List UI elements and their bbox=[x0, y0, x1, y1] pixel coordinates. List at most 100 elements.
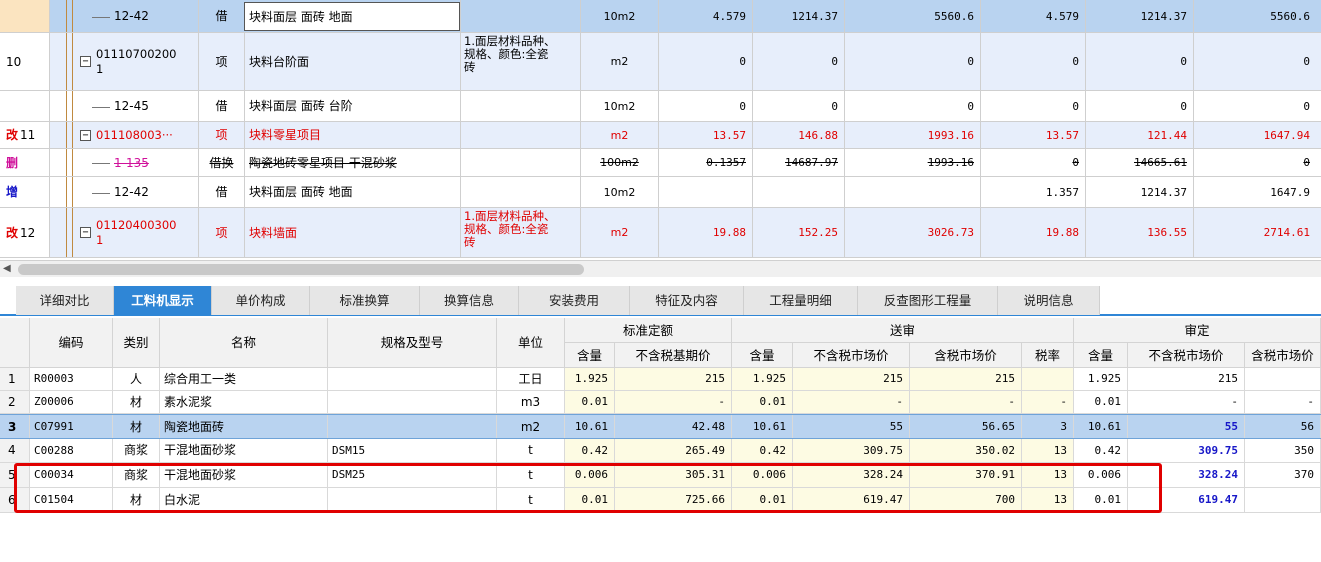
item-total: 3026.73 bbox=[844, 208, 980, 257]
cell-q2: 0.42 bbox=[732, 439, 793, 462]
item-type: 项 bbox=[198, 33, 244, 90]
tab-5[interactable]: 安装费用 bbox=[519, 286, 630, 315]
item-total2: 1647.94 bbox=[1193, 122, 1316, 148]
row-index bbox=[0, 91, 50, 121]
tab-3[interactable]: 标准换算 bbox=[310, 286, 420, 315]
item-price2: 14665.61 bbox=[1085, 149, 1193, 176]
cell-n: 4 bbox=[0, 439, 30, 462]
item-unit: m2 bbox=[580, 122, 658, 148]
cell-n: 5 bbox=[0, 463, 30, 487]
spec-line: 砖 bbox=[464, 235, 476, 249]
item-spec bbox=[460, 149, 580, 176]
item-name: 块料台阶面 bbox=[244, 33, 460, 90]
tab-7[interactable]: 工程量明细 bbox=[744, 286, 858, 315]
tree-row[interactable]: 改 11−011108003··· 项块料零星项目 m2 13.57 146.88 1993… bbox=[0, 122, 1321, 149]
tab-1[interactable]: 工料机显示 bbox=[114, 286, 212, 315]
tree-row[interactable]: 10 −01110700200 1 项块料台阶面 1.面层材料品种、 规格、颜色:全瓷砖 m… bbox=[0, 33, 1321, 91]
header-std-base-price: 不含税基期价 bbox=[615, 343, 732, 368]
cell-code: C00034 bbox=[30, 463, 113, 487]
item-name: 块料墙面 bbox=[244, 208, 460, 257]
header-name: 名称 bbox=[160, 318, 328, 368]
header-std-qty: 含量 bbox=[565, 343, 615, 368]
cell-p1: 305.31 bbox=[615, 463, 732, 487]
item-total bbox=[844, 177, 980, 207]
item-name: 块料面层 面砖 台阶 bbox=[244, 91, 460, 121]
collapse-icon[interactable]: − bbox=[80, 130, 91, 141]
cell-cat: 商浆 bbox=[113, 439, 160, 462]
item-total2: 5560.6 bbox=[1193, 0, 1316, 32]
item-qty2: 0 bbox=[980, 91, 1085, 121]
quota-code: 12-45 bbox=[114, 99, 149, 113]
tab-0[interactable]: 详细对比 bbox=[16, 286, 114, 315]
resource-row[interactable]: 3 C07991 材陶瓷地面砖 m2 10.61 42.48 10.61 55 56.65 3 10… bbox=[0, 414, 1321, 439]
cell-ex2: 215 bbox=[793, 368, 910, 390]
tree-row[interactable]: 改 12 −01120400300 1 项块料墙面 1.面层材料品种、 规格、颜色:全瓷砖 m… bbox=[0, 208, 1321, 258]
row-index: 增 bbox=[0, 177, 50, 207]
item-total2: 0 bbox=[1193, 91, 1316, 121]
item-spec bbox=[460, 91, 580, 121]
quota-code: 12-42 bbox=[114, 9, 149, 23]
cell-cat: 材 bbox=[113, 415, 160, 438]
cell-code: C00288 bbox=[30, 439, 113, 462]
header-aud-inc-tax: 含税市场价 bbox=[1245, 343, 1321, 368]
change-mark: 改 bbox=[6, 226, 19, 240]
cell-q1: 10.61 bbox=[565, 415, 615, 438]
item-spec bbox=[460, 177, 580, 207]
tab-8[interactable]: 反查图形工程量 bbox=[858, 286, 998, 315]
tree-branch bbox=[92, 163, 110, 164]
item-type: 项 bbox=[198, 208, 244, 257]
cell-code: C01504 bbox=[30, 488, 113, 512]
scroll-left-arrow-icon[interactable]: ◀ bbox=[3, 263, 11, 274]
resource-row[interactable]: 1 R00003 人综合用工一类 工日 1.925 215 1.925 215 215 1.925… bbox=[0, 368, 1321, 391]
collapse-icon[interactable]: − bbox=[80, 56, 91, 67]
tree-row[interactable]: 删 1-135 借换 陶瓷地砖零星项目 干混砂浆 100m2 0.1357 14687.97… bbox=[0, 149, 1321, 177]
header-sub-qty: 含量 bbox=[732, 343, 793, 368]
tree-row[interactable]: 增 12-42 借块料面层 面砖 地面 10m2 1.357 1214.37 1647.9 bbox=[0, 177, 1321, 208]
cell-inc3: 370 bbox=[1245, 463, 1321, 487]
horizontal-scrollbar[interactable]: ◀ bbox=[0, 260, 1321, 277]
item-type: 项 bbox=[198, 122, 244, 148]
item-unit: m2 bbox=[580, 208, 658, 257]
item-total: 0 bbox=[844, 33, 980, 90]
cell-inc3: - bbox=[1245, 391, 1321, 413]
tab-2[interactable]: 单价构成 bbox=[212, 286, 310, 315]
cell-cat: 材 bbox=[113, 488, 160, 512]
item-price2: 136.55 bbox=[1085, 208, 1193, 257]
cell-name: 白水泥 bbox=[160, 488, 328, 512]
cell-q2: 0.01 bbox=[732, 391, 793, 413]
item-type: 借 bbox=[198, 91, 244, 121]
tree-row[interactable]: 12-42 借块料面层 面砖 地面 10m2 4.579 1214.37 5560.6 4.… bbox=[0, 0, 1321, 33]
resource-row[interactable]: 6 C01504 材白水泥 t 0.01 725.66 0.01 619.47 700 13 0.0… bbox=[0, 488, 1321, 513]
tree-branch bbox=[92, 193, 110, 194]
cell-ex3: 309.75 bbox=[1128, 439, 1245, 462]
item-qty2: 0 bbox=[980, 33, 1085, 90]
item-total2: 0 bbox=[1193, 33, 1316, 90]
header-standard-quota: 标准定额 bbox=[565, 318, 732, 343]
item-qty2: 1.357 bbox=[980, 177, 1085, 207]
item-price: 1214.37 bbox=[752, 0, 844, 32]
tree-line bbox=[66, 0, 67, 32]
item-name[interactable]: 块料面层 面砖 地面 bbox=[244, 2, 460, 31]
resource-row[interactable]: 4 C00288 商浆 干混地面砂浆 DSM15 t 0.42 265.49 0.42 309.7… bbox=[0, 439, 1321, 463]
cell-unit: 工日 bbox=[497, 368, 565, 390]
cell-q3: 10.61 bbox=[1074, 415, 1128, 438]
tab-6[interactable]: 特征及内容 bbox=[630, 286, 744, 315]
tree-row[interactable]: 12-45 借块料面层 面砖 台阶 10m2 0 0 0 0 0 0 bbox=[0, 91, 1321, 122]
item-qty2: 4.579 bbox=[980, 0, 1085, 32]
row-index: 改 11 bbox=[0, 122, 50, 148]
spec-line: 规格、颜色:全瓷 bbox=[464, 47, 549, 61]
scrollbar-thumb[interactable] bbox=[18, 264, 584, 275]
resource-row[interactable]: 5 C00034 商浆 干混地面砂浆 DSM25 t 0.006 305.31 0.006 328… bbox=[0, 463, 1321, 488]
resource-row[interactable]: 2 Z00006 材素水泥浆 m3 0.01-0.01- - -0.01- - bbox=[0, 391, 1321, 414]
cell-inc2: 56.65 bbox=[910, 415, 1022, 438]
tab-4[interactable]: 换算信息 bbox=[420, 286, 519, 315]
change-mark: 改 bbox=[6, 128, 19, 142]
item-total2: 2714.61 bbox=[1193, 208, 1316, 257]
cell-ex3: 55 bbox=[1128, 415, 1245, 438]
item-price: 0 bbox=[752, 33, 844, 90]
tab-9[interactable]: 说明信息 bbox=[998, 286, 1100, 315]
tree-line bbox=[72, 149, 73, 176]
item-spec: 1.面层材料品种、 规格、颜色:全瓷砖 bbox=[460, 33, 580, 90]
cell-code: C07991 bbox=[30, 415, 113, 438]
collapse-icon[interactable]: − bbox=[80, 227, 91, 238]
